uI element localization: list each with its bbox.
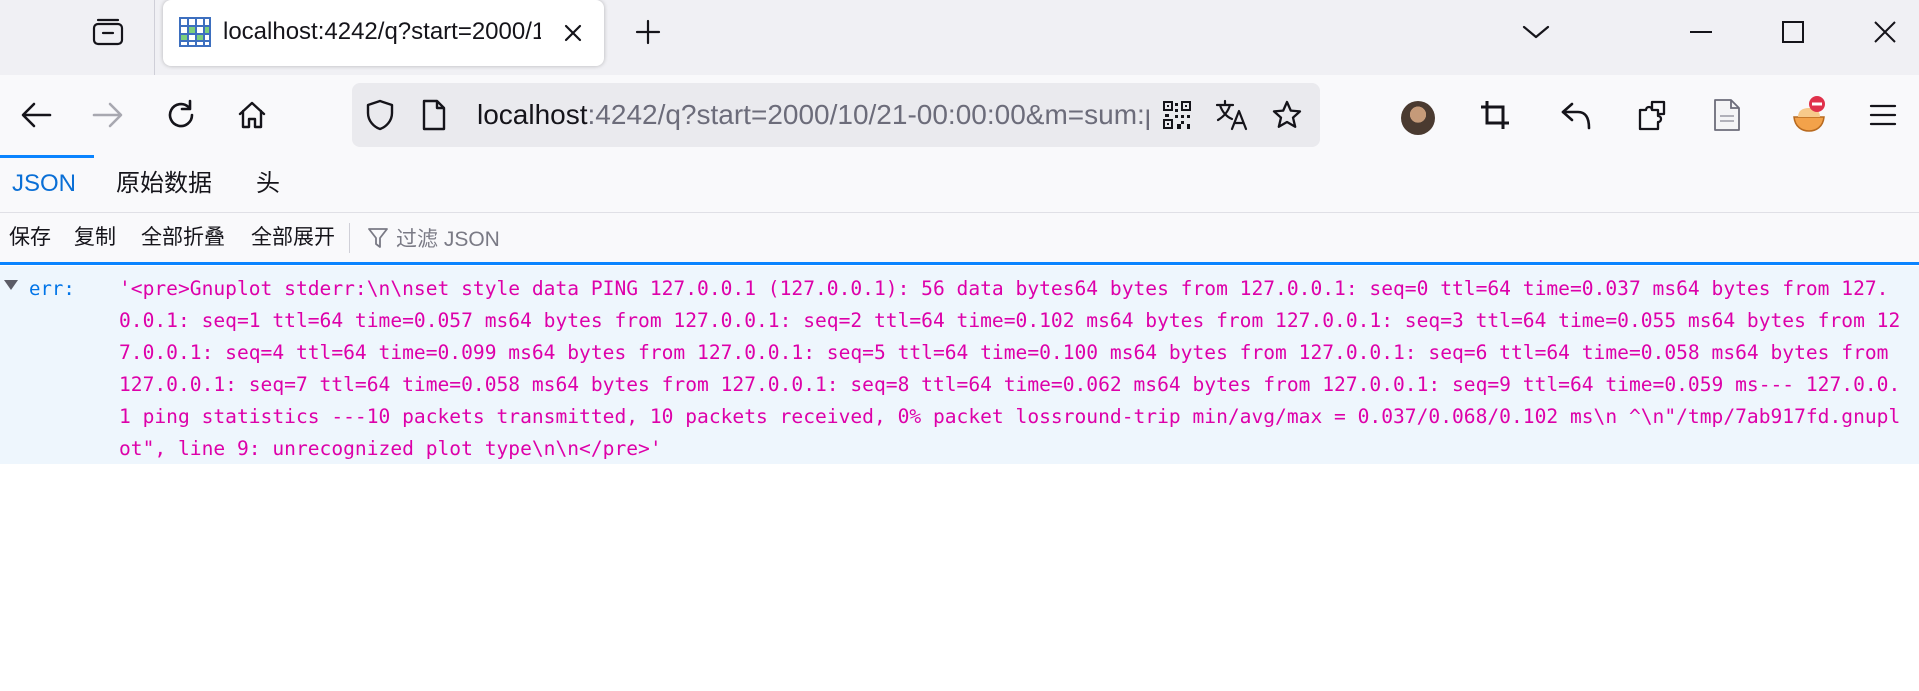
url-bar[interactable]: localhost:4242/q?start=2000/10/21-00:00:… xyxy=(352,83,1320,147)
plus-icon xyxy=(635,19,661,45)
blocked-addon-button[interactable] xyxy=(1787,95,1831,135)
translate-button[interactable] xyxy=(1214,97,1250,133)
tab-title: localhost:4242/q?start=2000/10/21-00:00:… xyxy=(223,18,541,45)
translate-icon xyxy=(1215,99,1248,131)
forward-icon xyxy=(92,102,123,128)
tab-list-icon xyxy=(92,18,124,46)
extensions-button[interactable] xyxy=(1632,95,1672,135)
extensions-icon xyxy=(1638,100,1666,131)
url-host: localhost xyxy=(477,99,588,130)
close-icon xyxy=(564,24,582,42)
maximize-button[interactable] xyxy=(1768,10,1818,54)
qr-code-button[interactable] xyxy=(1159,97,1195,133)
json-toolbar: 保存 复制 全部折叠 全部展开 过滤 JSON xyxy=(0,213,1919,265)
chevron-down-icon xyxy=(1522,25,1550,39)
tab-json[interactable]: JSON xyxy=(0,155,94,213)
blocked-addon-icon xyxy=(1793,96,1825,132)
star-icon xyxy=(1272,100,1302,128)
minimize-button[interactable] xyxy=(1676,10,1726,54)
filter-icon xyxy=(368,227,388,248)
crop-icon xyxy=(1481,101,1509,129)
hamburger-menu-icon xyxy=(1869,104,1897,126)
undo-button[interactable] xyxy=(1556,95,1596,135)
json-key: err: xyxy=(29,278,75,300)
twisty-down-icon[interactable] xyxy=(3,279,19,291)
active-tab[interactable]: localhost:4242/q?start=2000/10/21-00:00:… xyxy=(163,0,604,66)
maximize-icon xyxy=(1782,21,1804,43)
document-icon xyxy=(1714,99,1740,131)
expand-all-button[interactable]: 全部展开 xyxy=(251,213,335,262)
shield-icon xyxy=(366,99,394,131)
window-close-button[interactable] xyxy=(1860,10,1910,54)
url-path: :4242/q?start=2000/10/21-00:00:00&m=sum:… xyxy=(587,99,1149,130)
home-icon xyxy=(238,101,266,129)
filter-json-input[interactable]: 过滤 JSON xyxy=(368,213,668,262)
tab-raw-data[interactable]: 原始数据 xyxy=(104,155,224,213)
tab-close-button[interactable] xyxy=(556,16,590,50)
json-row-err[interactable]: err: '<pre>Gnuplot stderr:\n\nset style … xyxy=(0,266,1919,464)
document-extension-button[interactable] xyxy=(1707,95,1747,135)
avatar[interactable] xyxy=(1401,101,1435,135)
reload-button[interactable] xyxy=(161,95,201,135)
navigation-toolbar: localhost:4242/q?start=2000/10/21-00:00:… xyxy=(0,75,1919,155)
favicon-icon xyxy=(179,17,211,47)
filter-placeholder: 过滤 JSON xyxy=(396,227,500,251)
new-tab-button[interactable] xyxy=(630,14,666,50)
forward-button[interactable] xyxy=(88,95,128,135)
app-menu-button[interactable] xyxy=(1863,95,1903,135)
window-close-icon xyxy=(1874,21,1896,43)
list-all-tabs-button[interactable] xyxy=(1518,14,1554,50)
tab-separator xyxy=(154,0,155,75)
tab-list-button[interactable] xyxy=(88,14,128,50)
bookmark-button[interactable] xyxy=(1269,97,1305,133)
tracking-protection-button[interactable] xyxy=(362,97,398,133)
json-viewer-tabs: JSON 原始数据 头 xyxy=(0,155,1919,213)
site-info-button[interactable] xyxy=(416,97,452,133)
collapse-all-button[interactable]: 全部折叠 xyxy=(141,213,225,262)
qr-code-icon xyxy=(1163,101,1191,129)
copy-button[interactable]: 复制 xyxy=(74,213,116,262)
json-string-value: '<pre>Gnuplot stderr:\n\nset style data … xyxy=(119,277,1901,460)
undo-icon xyxy=(1561,102,1591,130)
toolbar-divider xyxy=(349,223,350,253)
save-button[interactable]: 保存 xyxy=(9,213,51,262)
minimize-icon xyxy=(1690,31,1712,33)
reload-icon xyxy=(168,99,194,128)
tab-strip: localhost:4242/q?start=2000/10/21-00:00:… xyxy=(0,0,1919,75)
home-button[interactable] xyxy=(232,95,272,135)
back-icon xyxy=(21,102,52,128)
screenshot-button[interactable] xyxy=(1475,95,1515,135)
tab-headers[interactable]: 头 xyxy=(244,155,292,213)
url-text[interactable]: localhost:4242/q?start=2000/10/21-00:00:… xyxy=(477,97,1149,133)
back-button[interactable] xyxy=(16,95,56,135)
page-icon xyxy=(422,99,446,131)
